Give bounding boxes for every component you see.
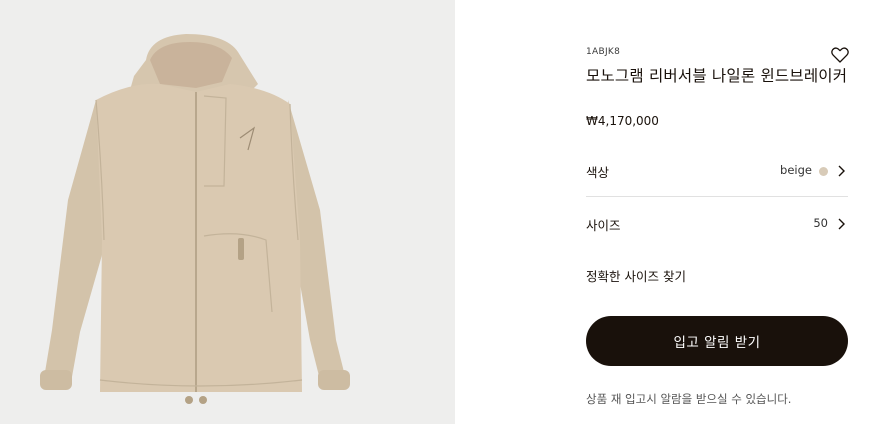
jacket-image xyxy=(40,34,350,404)
color-label: 색상 xyxy=(586,165,610,180)
chevron-right-icon xyxy=(838,218,845,230)
product-image-panel xyxy=(0,0,455,424)
product-title: 모노그램 리버서블 나일론 윈드브레이커 xyxy=(586,67,848,85)
color-value: beige xyxy=(780,163,812,177)
product-price: ₩4,170,000 xyxy=(586,114,659,128)
chevron-right-icon xyxy=(838,165,845,177)
product-sku: 1ABJK8 xyxy=(586,47,621,57)
heart-outline-icon xyxy=(831,47,849,63)
restock-notice: 상품 재 입고시 알람을 받으실 수 있습니다. xyxy=(586,392,792,406)
size-label: 사이즈 xyxy=(586,218,621,233)
size-guide-link[interactable]: 정확한 사이즈 찾기 xyxy=(586,266,686,285)
product-info-panel: 1ABJK8 모노그램 리버서블 나일론 윈드브레이커 ₩4,170,000 색… xyxy=(586,0,850,424)
wishlist-button[interactable] xyxy=(830,45,850,65)
size-selector[interactable]: 사이즈 50 xyxy=(586,215,848,235)
divider xyxy=(586,196,848,197)
notify-restock-button[interactable]: 입고 알림 받기 xyxy=(586,316,848,366)
size-value: 50 xyxy=(813,216,828,230)
color-swatch xyxy=(819,167,828,176)
color-selector[interactable]: 색상 beige xyxy=(586,162,848,182)
